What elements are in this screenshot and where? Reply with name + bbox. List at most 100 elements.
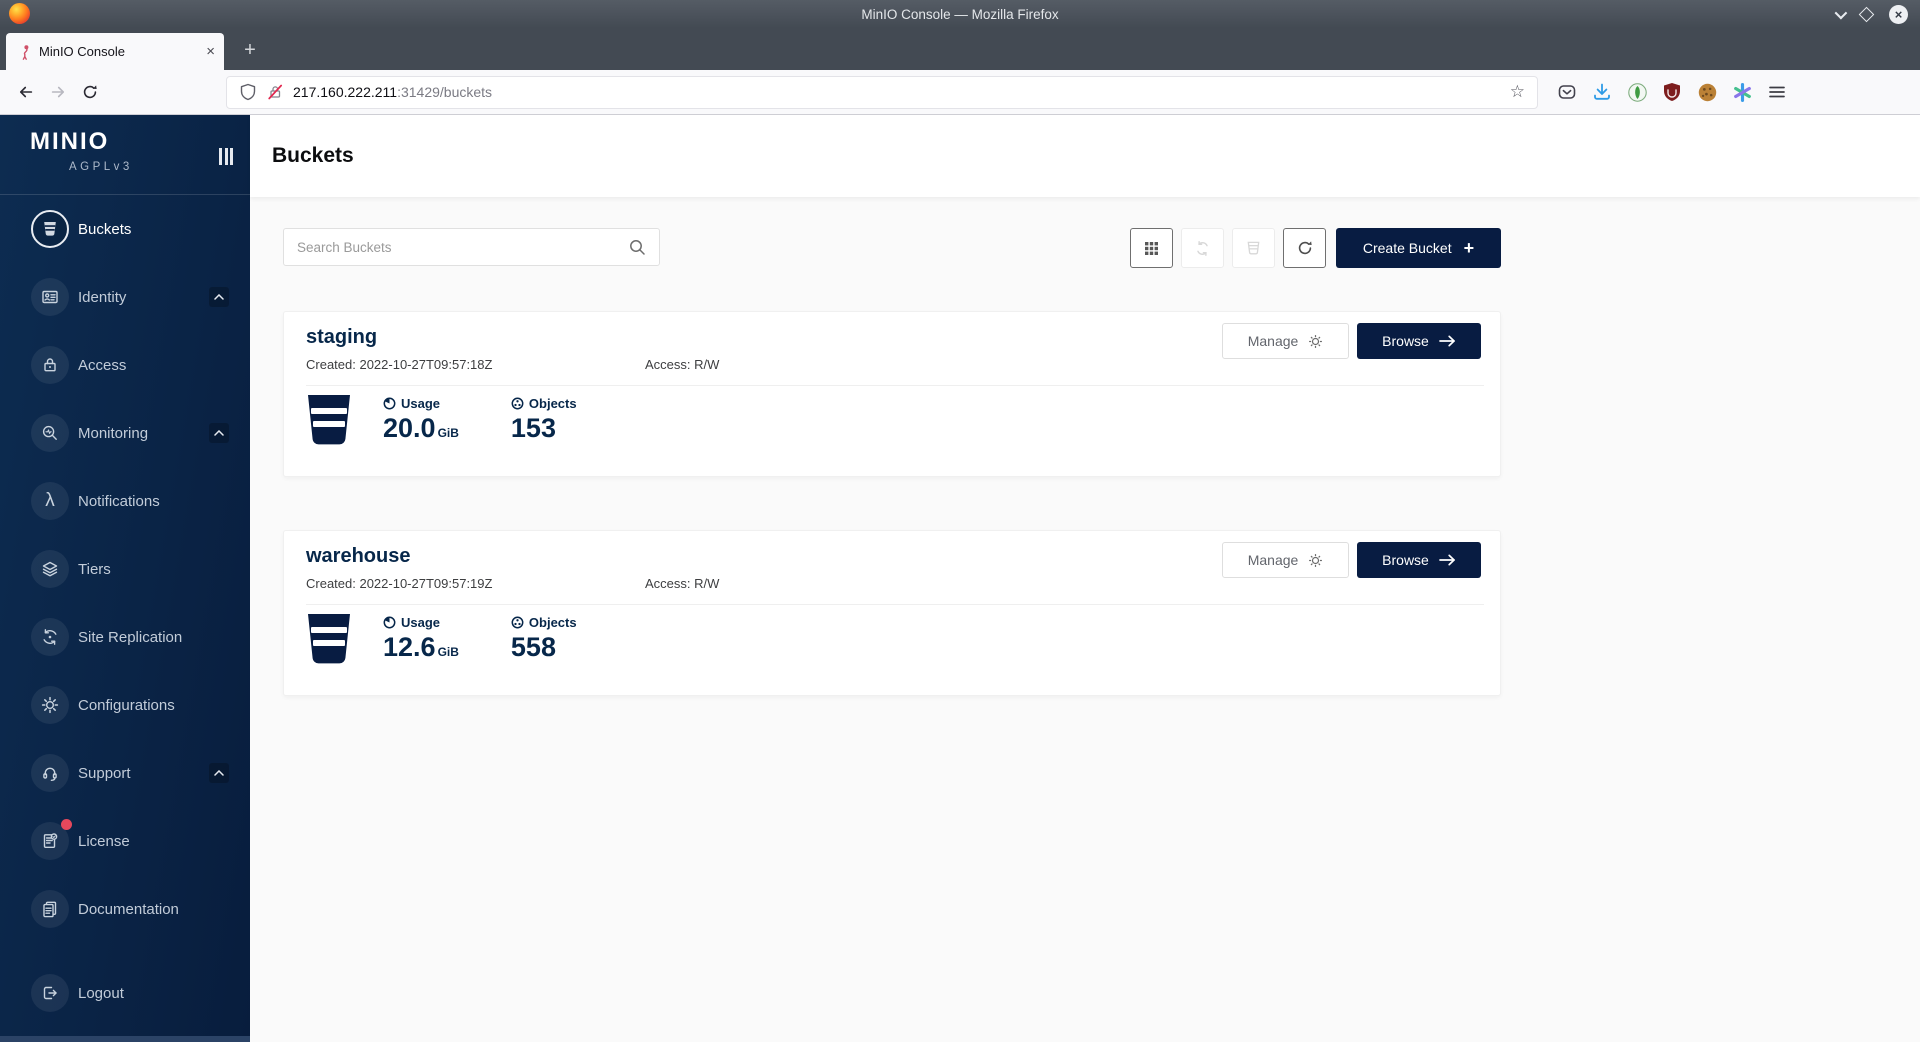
sidebar-item-monitoring[interactable]: Monitoring bbox=[0, 399, 250, 467]
lambda-icon: λ bbox=[31, 482, 69, 520]
replication-icon bbox=[1194, 240, 1211, 257]
sidebar-logo-area: MINIO AGPLv3 bbox=[0, 115, 250, 195]
bucket-outline-icon bbox=[1245, 240, 1262, 256]
usage-metric: Usage 12.6GiB bbox=[383, 615, 459, 663]
bucket-card-staging[interactable]: staging Created: 2022-10-27T09:57:18Z Ac… bbox=[283, 311, 1501, 477]
logout-icon bbox=[31, 974, 69, 1012]
license-icon bbox=[31, 822, 69, 860]
bucket-access: Access: R/W bbox=[645, 576, 719, 591]
sidebar-item-label: Identity bbox=[78, 289, 126, 306]
browse-button[interactable]: Browse bbox=[1357, 323, 1481, 359]
objects-label: Objects bbox=[529, 615, 577, 630]
sidebar-item-support[interactable]: Support bbox=[0, 739, 250, 807]
browser-toolbar: 217.160.222.211:31429/buckets ☆ bbox=[0, 70, 1920, 115]
license-edition-label: AGPLv3 bbox=[69, 161, 133, 173]
new-tab-button[interactable]: + bbox=[236, 36, 264, 64]
grid-view-button[interactable] bbox=[1130, 228, 1173, 268]
buckets-toolbar: Create Bucket + bbox=[283, 228, 1501, 268]
manage-button[interactable]: Manage bbox=[1222, 323, 1349, 359]
objects-icon bbox=[511, 616, 524, 629]
objects-value: 558 bbox=[511, 632, 556, 663]
window-minimize-icon[interactable] bbox=[1835, 6, 1848, 19]
sidebar-item-label: Support bbox=[78, 765, 131, 782]
sidebar-item-license[interactable]: License bbox=[0, 807, 250, 875]
bucket-metrics: Usage 20.0GiB Objects 153 bbox=[306, 394, 1484, 446]
tab-strip: MinIO Console × + bbox=[0, 28, 1920, 70]
objects-label: Objects bbox=[529, 396, 577, 411]
sidebar-item-label: Configurations bbox=[78, 697, 175, 714]
sidebar-item-documentation[interactable]: Documentation bbox=[0, 875, 250, 943]
usage-value: 12.6 bbox=[383, 632, 436, 663]
usage-unit: GiB bbox=[438, 645, 459, 659]
window-close-icon[interactable]: × bbox=[1889, 5, 1908, 24]
insecure-lock-icon[interactable] bbox=[266, 83, 284, 101]
refresh-button[interactable] bbox=[1283, 228, 1326, 268]
tab-minio-console[interactable]: MinIO Console × bbox=[6, 33, 224, 70]
set-replication-button-disabled[interactable] bbox=[1181, 228, 1224, 268]
search-input[interactable] bbox=[297, 240, 629, 255]
bucket-meta: Created: 2022-10-27T09:57:18Z Access: R/… bbox=[306, 357, 1484, 372]
search-buckets-box[interactable] bbox=[283, 228, 660, 266]
sidebar-menu: Buckets Identity Access Monitoring bbox=[0, 195, 250, 1027]
tracking-protection-shield-icon[interactable] bbox=[239, 83, 257, 101]
url-domain: 217.160.222.211 bbox=[293, 84, 397, 100]
downloads-icon[interactable] bbox=[1587, 77, 1617, 107]
browse-button[interactable]: Browse bbox=[1357, 542, 1481, 578]
bucket-card-warehouse[interactable]: warehouse Created: 2022-10-27T09:57:19Z … bbox=[283, 530, 1501, 696]
view-actions-group: Create Bucket + bbox=[1130, 228, 1501, 268]
url-bar[interactable]: 217.160.222.211:31429/buckets ☆ bbox=[226, 76, 1538, 109]
forward-button[interactable] bbox=[42, 76, 74, 108]
usage-metric: Usage 20.0GiB bbox=[383, 396, 459, 444]
arrow-right-icon bbox=[1439, 554, 1456, 566]
sidebar-item-identity[interactable]: Identity bbox=[0, 263, 250, 331]
hamburger-menu-icon[interactable] bbox=[1762, 77, 1792, 107]
plus-icon: + bbox=[1464, 239, 1475, 257]
sidebar-collapse-icon[interactable] bbox=[219, 148, 233, 165]
bucket-created: Created: 2022-10-27T09:57:19Z bbox=[306, 576, 645, 591]
sidebar-item-notifications[interactable]: λ Notifications bbox=[0, 467, 250, 535]
manage-label: Manage bbox=[1248, 552, 1299, 568]
manage-button[interactable]: Manage bbox=[1222, 542, 1349, 578]
license-notification-dot bbox=[61, 819, 72, 830]
sidebar-bottom-scrollbar[interactable] bbox=[0, 1036, 250, 1042]
back-button[interactable] bbox=[10, 76, 42, 108]
url-path: :31429/buckets bbox=[397, 84, 492, 100]
sidebar-item-label: Tiers bbox=[78, 561, 111, 578]
gear-icon bbox=[31, 686, 69, 724]
lock-icon bbox=[31, 346, 69, 384]
objects-metric: Objects 558 bbox=[511, 615, 577, 663]
sidebar-item-tiers[interactable]: Tiers bbox=[0, 535, 250, 603]
reload-button[interactable] bbox=[74, 76, 106, 108]
ublock-origin-icon[interactable] bbox=[1657, 77, 1687, 107]
sidebar-item-label: Notifications bbox=[78, 493, 160, 510]
delete-bucket-button-disabled[interactable] bbox=[1232, 228, 1275, 268]
pocket-icon[interactable] bbox=[1552, 77, 1582, 107]
gear-icon bbox=[1308, 334, 1323, 349]
sidebar-item-site-replication[interactable]: Site Replication bbox=[0, 603, 250, 671]
url-text: 217.160.222.211:31429/buckets bbox=[293, 84, 492, 100]
documentation-icon bbox=[31, 890, 69, 928]
sidebar-item-access[interactable]: Access bbox=[0, 331, 250, 399]
sidebar-item-label: Access bbox=[78, 357, 126, 374]
buckets-icon bbox=[31, 210, 69, 248]
extension-green-icon[interactable] bbox=[1622, 77, 1652, 107]
window-maximize-icon[interactable] bbox=[1859, 6, 1875, 22]
asterisk-extension-icon[interactable] bbox=[1727, 77, 1757, 107]
window-title: MinIO Console — Mozilla Firefox bbox=[0, 7, 1920, 22]
tab-close-icon[interactable]: × bbox=[206, 44, 215, 59]
sidebar-item-logout[interactable]: Logout bbox=[0, 959, 250, 1027]
usage-pie-icon bbox=[383, 397, 396, 410]
chevron-up-icon[interactable] bbox=[209, 423, 229, 443]
sidebar-item-configurations[interactable]: Configurations bbox=[0, 671, 250, 739]
chevron-up-icon[interactable] bbox=[209, 763, 229, 783]
chevron-up-icon[interactable] bbox=[209, 287, 229, 307]
objects-icon bbox=[511, 397, 524, 410]
sidebar-item-buckets[interactable]: Buckets bbox=[0, 195, 250, 263]
create-bucket-button[interactable]: Create Bucket + bbox=[1336, 228, 1501, 268]
window-titlebar: MinIO Console — Mozilla Firefox × bbox=[0, 0, 1920, 28]
bookmark-star-icon[interactable]: ☆ bbox=[1510, 82, 1525, 102]
cookie-extension-icon[interactable] bbox=[1692, 77, 1722, 107]
sidebar-item-label: Buckets bbox=[78, 221, 131, 238]
monitoring-icon bbox=[31, 414, 69, 452]
page-header: Buckets bbox=[250, 115, 1920, 197]
